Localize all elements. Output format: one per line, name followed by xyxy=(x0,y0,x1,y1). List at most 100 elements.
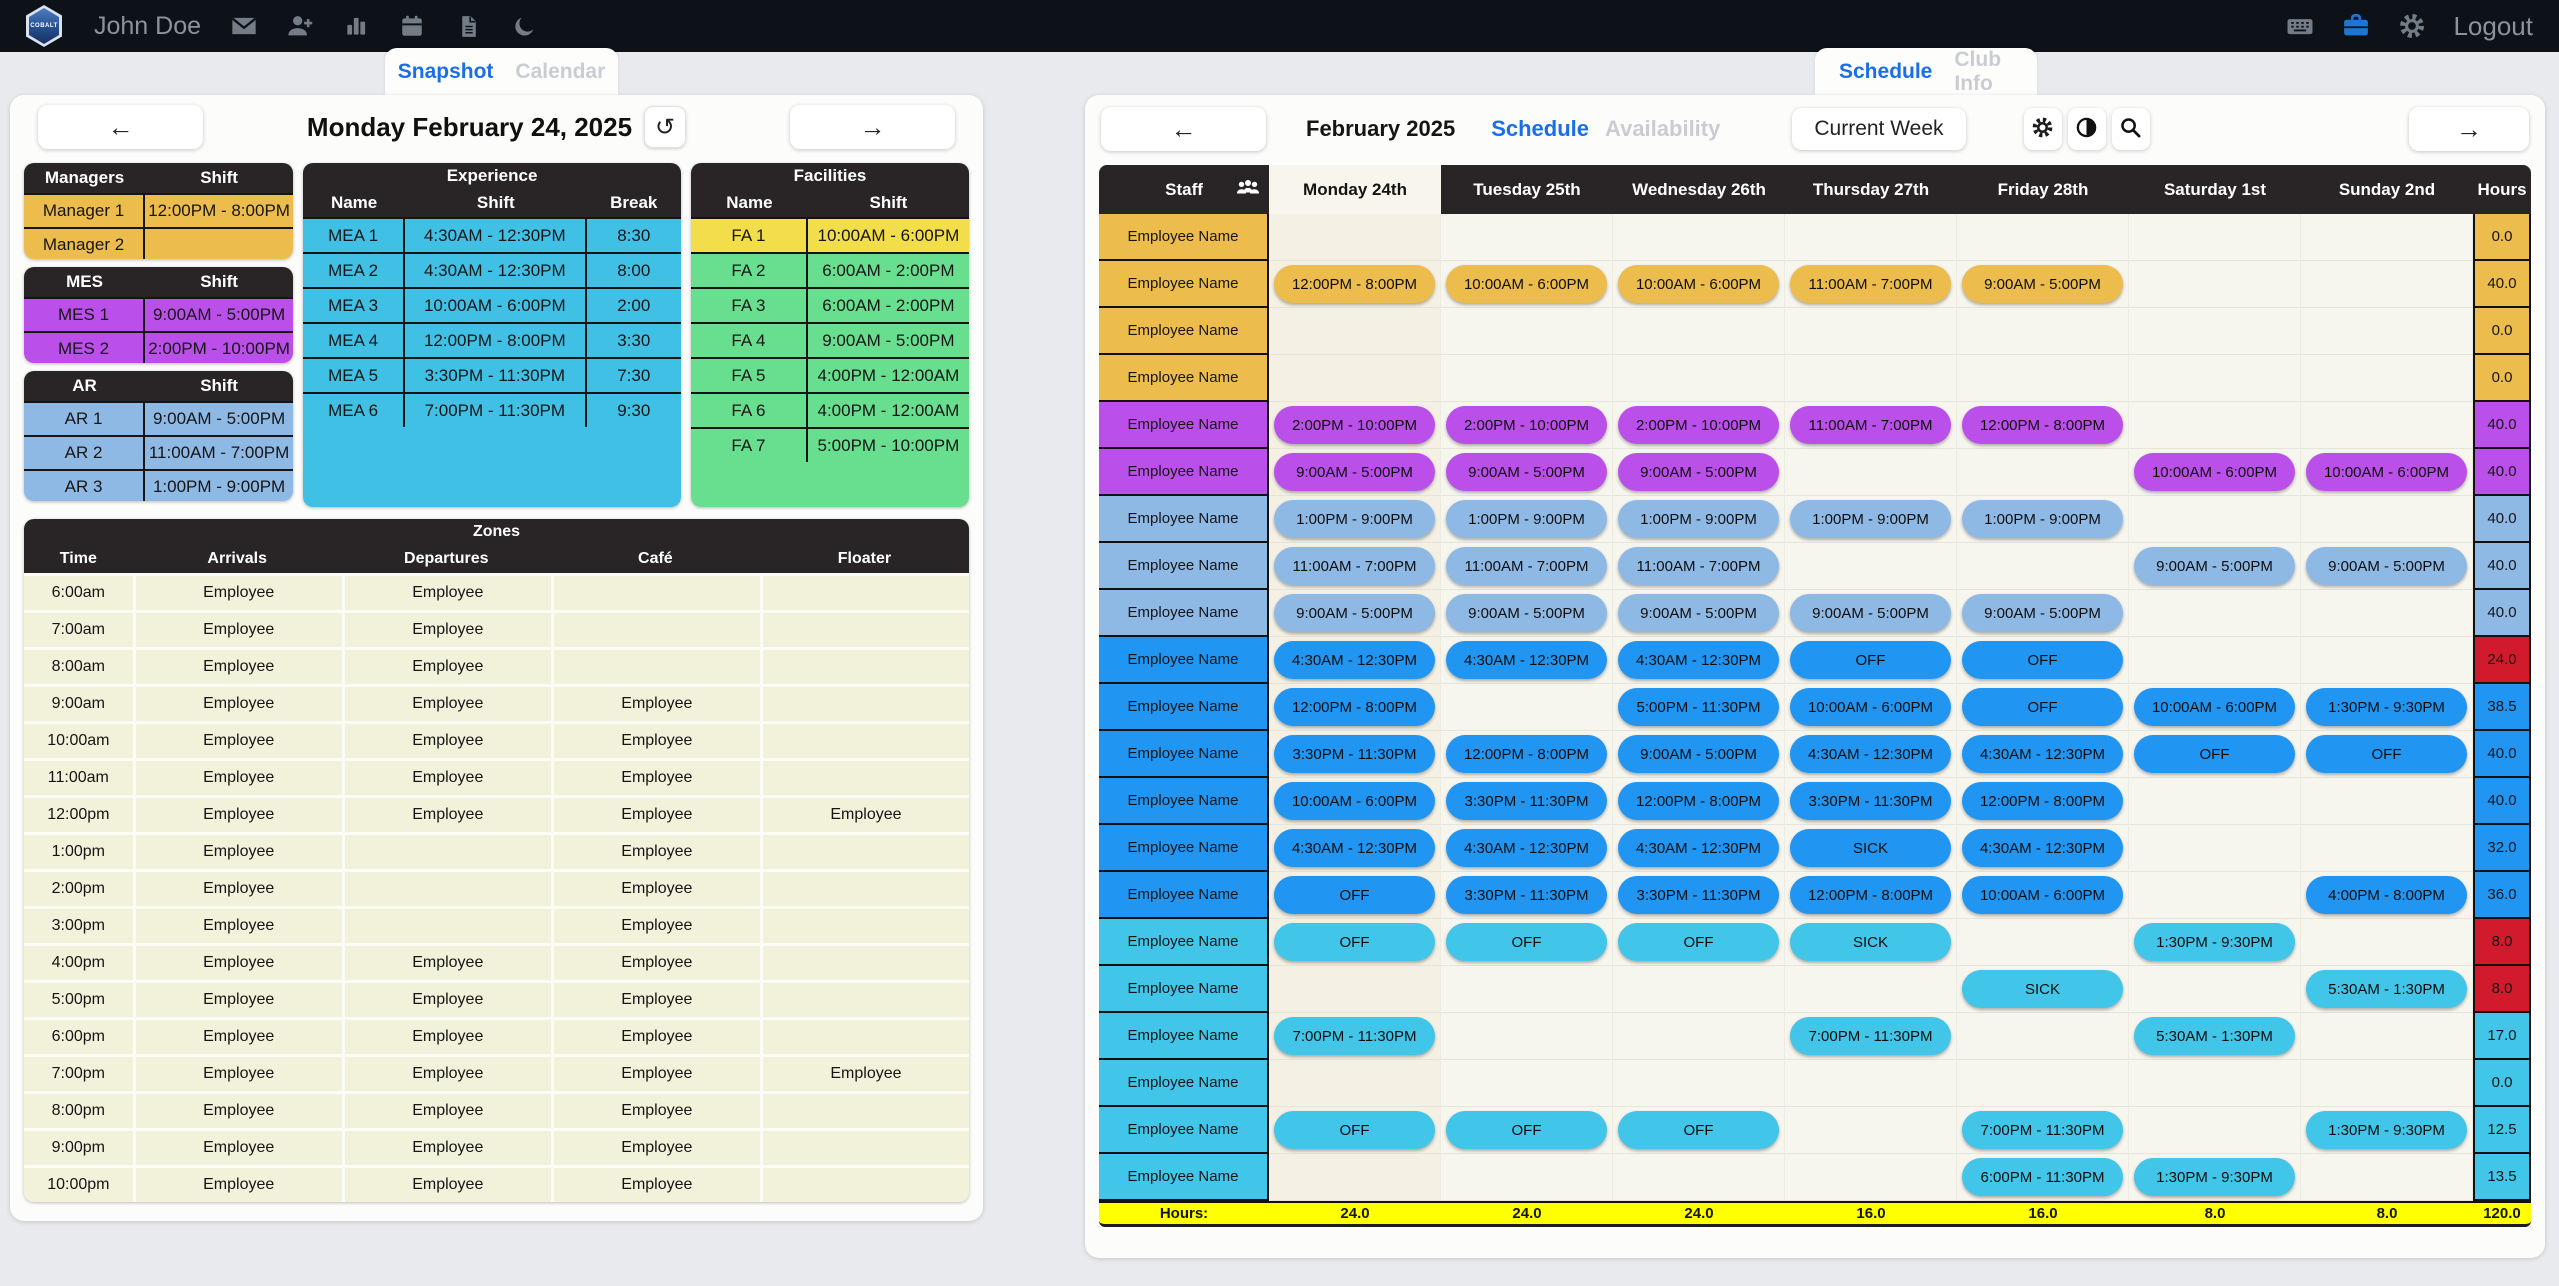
shift-pill[interactable]: 10:00AM - 6:00PM xyxy=(1790,688,1951,726)
schedule-day-cell[interactable]: 4:30AM - 12:30PM xyxy=(1613,637,1785,684)
employee-name-cell[interactable]: Employee Name xyxy=(1099,543,1269,590)
shift-pill[interactable]: 11:00AM - 7:00PM xyxy=(1446,547,1607,585)
shift-pill[interactable]: 3:30PM - 11:30PM xyxy=(1446,876,1607,914)
schedule-day-cell[interactable] xyxy=(1441,684,1613,731)
schedule-day-cell[interactable] xyxy=(2129,872,2301,919)
schedule-day-cell[interactable]: 10:00AM - 6:00PM xyxy=(2129,684,2301,731)
schedule-day-cell[interactable]: 3:30PM - 11:30PM xyxy=(1269,731,1441,778)
shift-pill[interactable]: 9:00AM - 5:00PM xyxy=(2134,547,2295,585)
schedule-day-cell[interactable]: 11:00AM - 7:00PM xyxy=(1785,402,1957,449)
shift-pill[interactable]: 11:00AM - 7:00PM xyxy=(1274,547,1435,585)
schedule-day-cell[interactable] xyxy=(2129,355,2301,402)
schedule-day-cell[interactable]: 10:00AM - 6:00PM xyxy=(1785,684,1957,731)
schedule-day-cell[interactable] xyxy=(1785,1107,1957,1154)
schedule-day-cell[interactable]: 1:30PM - 9:30PM xyxy=(2301,1107,2473,1154)
schedule-day-cell[interactable] xyxy=(2301,590,2473,637)
schedule-day-cell[interactable] xyxy=(2129,1060,2301,1107)
shift-pill[interactable]: 11:00AM - 7:00PM xyxy=(1618,547,1779,585)
schedule-day-cell[interactable] xyxy=(2129,308,2301,355)
schedule-day-cell[interactable] xyxy=(2129,214,2301,261)
contrast-toggle-button[interactable] xyxy=(2068,108,2106,150)
employee-name-cell[interactable]: Employee Name xyxy=(1099,825,1269,872)
schedule-day-cell[interactable] xyxy=(1785,1154,1957,1201)
employee-name-cell[interactable]: Employee Name xyxy=(1099,261,1269,308)
snapshot-prev-day-button[interactable]: ← xyxy=(38,105,203,149)
shift-pill[interactable]: SICK xyxy=(1962,970,2123,1008)
shift-pill[interactable]: 2:00PM - 10:00PM xyxy=(1446,406,1607,444)
shift-pill[interactable]: 4:30AM - 12:30PM xyxy=(1618,829,1779,867)
schedule-day-cell[interactable] xyxy=(2301,355,2473,402)
documents-icon[interactable] xyxy=(453,11,483,41)
employee-name-cell[interactable]: Employee Name xyxy=(1099,637,1269,684)
shift-pill[interactable]: 5:30AM - 1:30PM xyxy=(2134,1017,2295,1055)
shift-pill[interactable]: 5:30AM - 1:30PM xyxy=(2306,970,2467,1008)
shift-pill[interactable]: 1:00PM - 9:00PM xyxy=(1962,500,2123,538)
schedule-day-cell[interactable] xyxy=(1957,214,2129,261)
schedule-day-cell[interactable]: 12:00PM - 8:00PM xyxy=(1613,778,1785,825)
schedule-day-cell[interactable]: 1:00PM - 9:00PM xyxy=(1613,496,1785,543)
shift-pill[interactable]: 9:00AM - 5:00PM xyxy=(1790,594,1951,632)
shift-pill[interactable]: OFF xyxy=(1618,923,1779,961)
schedule-day-cell[interactable]: OFF xyxy=(1613,1107,1785,1154)
shift-pill[interactable]: 4:30AM - 12:30PM xyxy=(1962,829,2123,867)
schedule-day-cell[interactable]: 4:00PM - 8:00PM xyxy=(2301,872,2473,919)
shift-pill[interactable]: 12:00PM - 8:00PM xyxy=(1618,782,1779,820)
shift-pill[interactable]: 10:00AM - 6:00PM xyxy=(1962,876,2123,914)
app-logo[interactable]: COBALT xyxy=(26,5,62,47)
schedule-day-cell[interactable] xyxy=(1957,449,2129,496)
shift-pill[interactable]: 3:30PM - 11:30PM xyxy=(1274,735,1435,773)
schedule-day-cell[interactable]: 10:00AM - 6:00PM xyxy=(1269,778,1441,825)
shift-pill[interactable]: 11:00AM - 7:00PM xyxy=(1790,265,1951,303)
schedule-day-cell[interactable]: OFF xyxy=(1785,637,1957,684)
shift-pill[interactable]: 9:00AM - 5:00PM xyxy=(1446,453,1607,491)
schedule-day-cell[interactable] xyxy=(1613,1013,1785,1060)
schedule-day-cell[interactable]: 10:00AM - 6:00PM xyxy=(1613,261,1785,308)
schedule-day-cell[interactable] xyxy=(2301,1154,2473,1201)
schedule-day-cell[interactable] xyxy=(2129,402,2301,449)
schedule-day-cell[interactable]: 12:00PM - 8:00PM xyxy=(1269,261,1441,308)
schedule-day-cell[interactable]: 4:30AM - 12:30PM xyxy=(1269,637,1441,684)
schedule-day-cell[interactable] xyxy=(1269,214,1441,261)
schedule-day-cell[interactable] xyxy=(2301,214,2473,261)
schedule-day-cell[interactable]: 4:30AM - 12:30PM xyxy=(1957,825,2129,872)
shift-pill[interactable]: 1:30PM - 9:30PM xyxy=(2134,1158,2295,1196)
shift-pill[interactable]: 4:30AM - 12:30PM xyxy=(1274,829,1435,867)
schedule-day-cell[interactable] xyxy=(2301,308,2473,355)
schedule-day-cell[interactable]: 9:00AM - 5:00PM xyxy=(1269,449,1441,496)
schedule-day-cell[interactable]: 12:00PM - 8:00PM xyxy=(1441,731,1613,778)
snapshot-next-day-button[interactable]: → xyxy=(790,105,955,149)
schedule-day-cell[interactable] xyxy=(1957,308,2129,355)
shift-pill[interactable]: OFF xyxy=(1790,641,1951,679)
employee-name-cell[interactable]: Employee Name xyxy=(1099,590,1269,637)
shift-pill[interactable]: 3:30PM - 11:30PM xyxy=(1446,782,1607,820)
schedule-day-cell[interactable] xyxy=(2129,1107,2301,1154)
shift-pill[interactable]: 7:00PM - 11:30PM xyxy=(1962,1111,2123,1149)
schedule-day-cell[interactable]: 10:00AM - 6:00PM xyxy=(2301,449,2473,496)
view-tab-schedule[interactable]: Schedule xyxy=(1491,116,1589,142)
schedule-day-cell[interactable] xyxy=(2301,402,2473,449)
schedule-day-cell[interactable]: OFF xyxy=(2129,731,2301,778)
shift-pill[interactable]: OFF xyxy=(2306,735,2467,773)
shift-pill[interactable]: 9:00AM - 5:00PM xyxy=(1618,453,1779,491)
schedule-day-cell[interactable]: 11:00AM - 7:00PM xyxy=(1785,261,1957,308)
schedule-day-cell[interactable] xyxy=(2301,1060,2473,1107)
shift-pill[interactable]: 12:00PM - 8:00PM xyxy=(1274,265,1435,303)
schedule-day-cell[interactable] xyxy=(1957,1060,2129,1107)
shift-pill[interactable]: 4:30AM - 12:30PM xyxy=(1446,829,1607,867)
shift-pill[interactable]: OFF xyxy=(1962,688,2123,726)
shift-pill[interactable]: 4:30AM - 12:30PM xyxy=(1446,641,1607,679)
shift-pill[interactable]: 1:00PM - 9:00PM xyxy=(1618,500,1779,538)
work-mode-icon[interactable] xyxy=(2341,11,2371,41)
schedule-day-cell[interactable] xyxy=(1269,1154,1441,1201)
schedule-day-cell[interactable]: 2:00PM - 10:00PM xyxy=(1441,402,1613,449)
schedule-day-cell[interactable]: OFF xyxy=(1441,1107,1613,1154)
mail-icon[interactable] xyxy=(229,11,259,41)
schedule-day-cell[interactable]: OFF xyxy=(1269,872,1441,919)
schedule-day-cell[interactable] xyxy=(2301,261,2473,308)
schedule-day-cell[interactable] xyxy=(2301,825,2473,872)
schedule-day-cell[interactable] xyxy=(1613,1060,1785,1107)
schedule-day-cell[interactable]: 1:00PM - 9:00PM xyxy=(1269,496,1441,543)
schedule-day-cell[interactable]: 9:00AM - 5:00PM xyxy=(1613,449,1785,496)
schedule-day-cell[interactable] xyxy=(2129,825,2301,872)
shift-pill[interactable]: 1:00PM - 9:00PM xyxy=(1274,500,1435,538)
